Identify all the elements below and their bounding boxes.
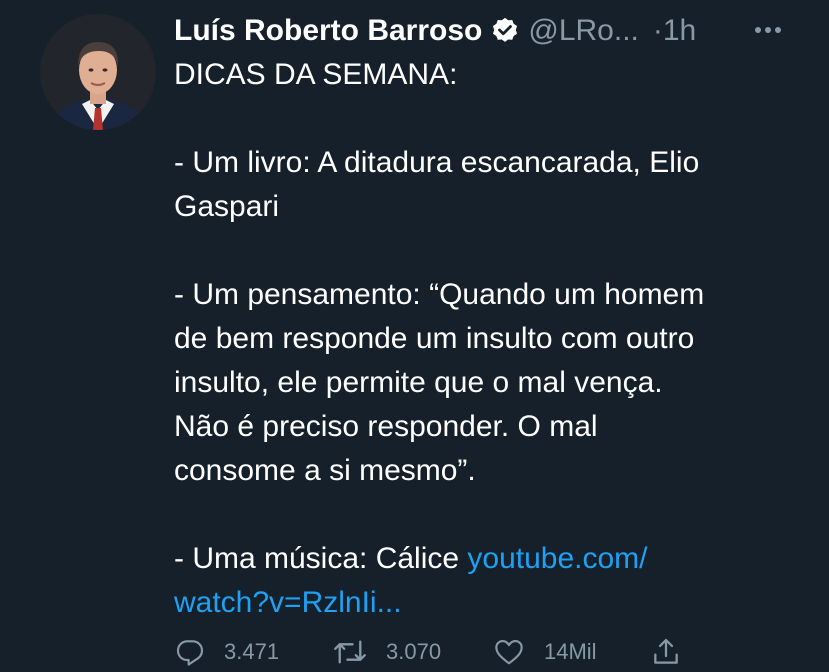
retweet-count: 3.070 [386, 639, 442, 664]
tweet-line: - Uma música: Cálice youtube.com/ [174, 537, 814, 581]
author-name[interactable]: Luís Roberto Barroso [174, 14, 482, 48]
tweet-line: - Um pensamento: “Quando um homem [174, 278, 705, 311]
reply-icon [176, 640, 204, 666]
reply-count: 3.471 [224, 639, 280, 664]
youtube-link-continued[interactable]: watch?v=RzlnIi... [174, 586, 402, 619]
more-dots-icon[interactable] [752, 20, 792, 40]
avatar-photo [40, 14, 156, 130]
avatar[interactable] [40, 14, 156, 130]
tweet-line: - Um livro: A ditadura escancarada, Elio [174, 146, 700, 179]
verified-badge-icon [490, 16, 520, 46]
retweet-icon [334, 640, 366, 664]
tweet-line: de bem responde um insulto com outro [174, 322, 695, 355]
tweet-line: watch?v=RzlnIi... [174, 581, 814, 625]
tweet-line: Gaspari [174, 190, 280, 223]
heart-icon [495, 640, 523, 665]
share-icon [654, 638, 678, 664]
tweet-timestamp[interactable]: ·1h [653, 14, 696, 48]
like-button[interactable]: 14Mil [492, 636, 597, 668]
tweet-line: DICAS DA SEMANA: [174, 58, 458, 91]
youtube-link[interactable]: youtube.com/ [467, 542, 647, 575]
reply-button[interactable]: 3.471 [174, 636, 279, 668]
music-text: - Uma música: Cálice [174, 542, 468, 575]
tweet-header: Luís Roberto Barroso @LRo... ·1h [174, 10, 814, 52]
retweet-button[interactable]: 3.070 [332, 636, 441, 668]
tweet-line: Não é preciso responder. O mal [174, 410, 598, 443]
tweet-actions: 3.471 3.070 14Mil [174, 632, 814, 672]
tweet-line: insulto, ele permite que o mal vença. [174, 366, 663, 399]
tweet-line: consome a si mesmo”. [174, 454, 476, 487]
author-handle[interactable]: @LRo... [528, 14, 639, 48]
share-button[interactable] [650, 636, 682, 668]
tweet-text: DICAS DA SEMANA: - Um livro: A ditadura … [174, 53, 814, 625]
like-count: 14Mil [544, 639, 597, 664]
tweet: Luís Roberto Barroso @LRo... ·1h DICAS D… [0, 0, 829, 672]
